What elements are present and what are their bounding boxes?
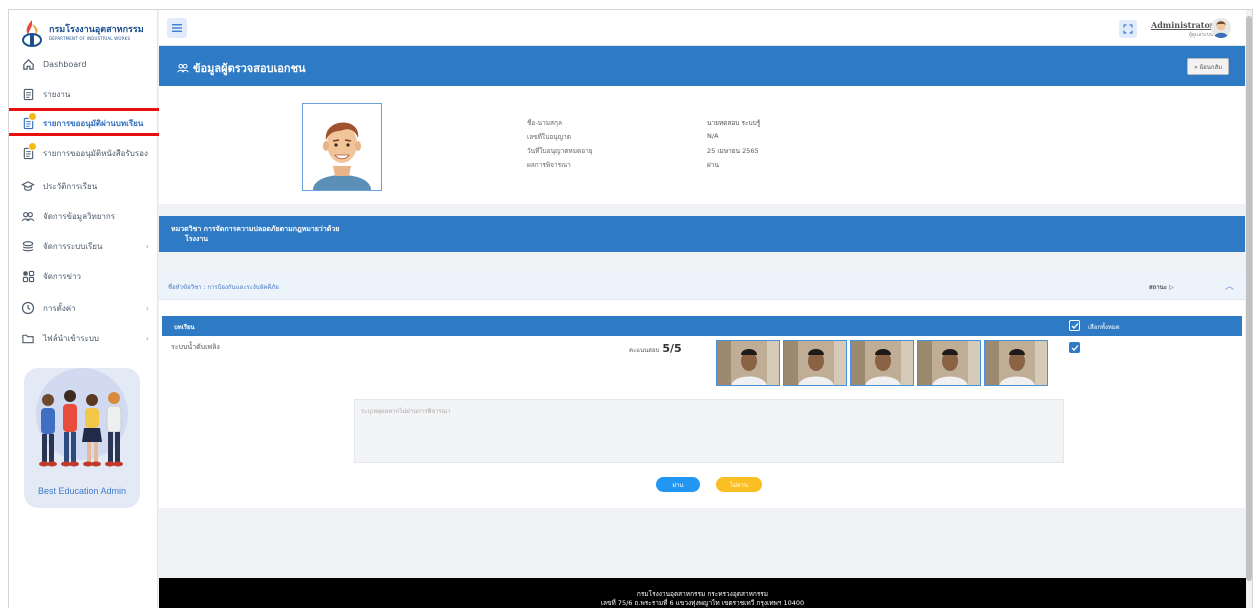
chevron-up-icon[interactable]: ︿ [1225, 279, 1234, 292]
layers-icon [21, 239, 35, 253]
snapshot-thumbnail[interactable] [984, 340, 1048, 386]
users-icon [177, 62, 189, 74]
snapshot-thumbnail[interactable] [850, 340, 914, 386]
profile-card: ข้อมูลผู้ตรวจสอบเอกชน « ย้อนกลับ ชื่อ-นา… [159, 46, 1245, 204]
status-label: สถานะ ▷ [1149, 284, 1174, 291]
lesson-column-header: บทเรียน [174, 324, 195, 331]
sidebar-item-instructors[interactable]: จัดการข้อมูลวิทยากร [21, 205, 157, 227]
back-button[interactable]: « ย้อนกลับ [1187, 58, 1229, 75]
app-window: กรมโรงงานอุตสาหกรรม DEPARTMENT OF INDUST… [8, 9, 1253, 608]
user-role: ผู้ดูแลระบบ [1189, 32, 1214, 38]
students-illustration [39, 390, 123, 467]
users-icon [21, 209, 35, 223]
subject-card: ชื่อหัวข้อวิชา : การป้องกันและระงับอัคคี… [159, 272, 1245, 508]
page-title: ข้อมูลผู้ตรวจสอบเอกชน [193, 62, 306, 75]
sidebar-item-label: รายงาน [43, 89, 71, 99]
sidebar-item-import-files[interactable]: ไฟล์นำเข้าระบบ › [21, 327, 157, 349]
scrollbar[interactable] [1246, 10, 1252, 608]
brand-name-th: กรมโรงงานอุตสาหกรรม [49, 24, 144, 35]
sidebar-item-dashboard[interactable]: Dashboard [21, 53, 157, 75]
course-label-cont: โรงงาน [185, 235, 209, 243]
field-label-expiry: วันที่ใบอนุญาตหมดอายุ [527, 147, 593, 155]
lesson-table-header: บทเรียน เลือกทั้งหมด [162, 316, 1242, 336]
field-label-fullname: ชื่อ-นามสกุล [527, 119, 562, 127]
fullscreen-icon [1123, 24, 1133, 34]
chevron-right-icon: › [145, 241, 149, 251]
lesson-checkbox[interactable] [1069, 342, 1080, 353]
check-icon [1071, 322, 1078, 329]
field-label-license: เลขที่ใบอนุญาต [527, 133, 571, 141]
profile-photo [302, 103, 382, 191]
menu-toggle-button[interactable] [167, 18, 187, 38]
grid-icon [21, 269, 35, 283]
brand-logo[interactable]: กรมโรงงานอุตสาหกรรม DEPARTMENT OF INDUST… [21, 16, 155, 50]
field-label-result: ผลการพิจารณา [527, 161, 571, 169]
sidebar-item-label: จัดการระบบเรียน [43, 241, 103, 251]
sidebar-item-study-history[interactable]: ประวัติการเรียน [21, 175, 157, 197]
pass-button[interactable]: ผ่าน [656, 477, 700, 492]
exam-score: คะแนนสอบ 5/5 [629, 342, 682, 355]
scrollbar-thumb[interactable] [1246, 16, 1252, 581]
clock-icon [21, 301, 35, 315]
sidebar-item-certificate-approval[interactable]: รายการขออนุมัติหนังสือรับรอง [21, 142, 157, 164]
sidebar-item-label: รายการขออนุมัติหนังสือรับรอง [43, 148, 148, 158]
avatar[interactable] [1211, 18, 1231, 38]
footer: กรมโรงงานอุตสาหกรรม กระทรวงอุตสาหกรรม เล… [159, 578, 1246, 608]
footer-address: เลขที่ 75/6 ถ.พระรามที่ 6 แขวงทุ่งพญาไท … [600, 599, 805, 607]
profile-card-header: ข้อมูลผู้ตรวจสอบเอกชน « ย้อนกลับ [159, 46, 1245, 86]
chevron-right-icon: › [145, 303, 149, 313]
snapshot-thumbnail[interactable] [716, 340, 780, 386]
fail-button[interactable]: ไม่ผ่าน [716, 477, 762, 492]
field-value-result: ผ่าน [707, 161, 719, 169]
sidebar-item-label: Dashboard [43, 59, 87, 69]
snapshot-thumbnail[interactable] [917, 340, 981, 386]
notification-badge [28, 142, 37, 151]
course-label: หมวดวิชา การจัดการความปลอดภัยตามกฎหมายว่… [171, 225, 340, 233]
home-icon [21, 57, 35, 71]
promo-card: Best Education Admin [24, 368, 140, 508]
sidebar-item-label: จัดการข้อมูลวิทยากร [43, 211, 116, 221]
sidebar-item-label: จัดการข่าว [43, 271, 81, 281]
course-header: หมวดวิชา การจัดการความปลอดภัยตามกฎหมายว่… [159, 216, 1245, 252]
fullscreen-button[interactable] [1119, 20, 1137, 38]
sidebar-item-label: ประวัติการเรียน [43, 181, 98, 191]
reason-input[interactable]: ระบุเหตุผลหากไม่ผ่านการพิจารณา [354, 399, 1064, 463]
user-name[interactable]: Administrator [1151, 20, 1214, 30]
sidebar-item-news[interactable]: จัดการข่าว [21, 265, 157, 287]
field-value-expiry: 25 เมษายน 2565 [707, 147, 759, 155]
sidebar-item-label: ไฟล์นำเข้าระบบ [43, 333, 99, 343]
promo-label: Best Education Admin [37, 486, 127, 496]
select-all-label: เลือกทั้งหมด [1088, 324, 1120, 331]
sidebar: กรมโรงงานอุตสาหกรรม DEPARTMENT OF INDUST… [9, 10, 162, 608]
footer-org: กรมโรงงานอุตสาหกรรม กระทรวงอุตสาหกรรม [636, 590, 769, 598]
score-label: คะแนนสอบ [629, 347, 660, 354]
score-value: 5/5 [662, 342, 682, 355]
folder-icon [21, 331, 35, 345]
dept-emblem-icon [21, 18, 43, 48]
report-icon [21, 87, 35, 101]
snapshot-thumbnail[interactable] [783, 340, 847, 386]
sidebar-item-learning-system[interactable]: จัดการระบบเรียน › [21, 235, 157, 257]
sidebar-item-report[interactable]: รายงาน [21, 83, 157, 105]
lesson-name: ระบบน้ำดับเพลิง [171, 343, 220, 351]
sidebar-item-settings[interactable]: การตั้งค่า › [21, 297, 157, 319]
check-icon [1071, 344, 1078, 351]
brand-name-en: DEPARTMENT OF INDUSTRIAL WORKS [49, 35, 131, 41]
highlight-box [9, 108, 162, 136]
field-value-license: N/A [707, 132, 719, 140]
sidebar-item-label: การตั้งค่า [43, 303, 76, 313]
field-value-fullname: นายทดสอบ ระบบรู้ [707, 119, 761, 127]
hamburger-icon [172, 24, 182, 32]
subject-header[interactable]: ชื่อหัวข้อวิชา : การป้องกันและระงับอัคคี… [159, 272, 1245, 300]
document-icon [21, 142, 37, 160]
chevron-right-icon: › [145, 333, 149, 343]
top-bar: Administrator ผู้ดูแลระบบ [159, 10, 1252, 46]
select-all-checkbox[interactable] [1069, 320, 1080, 331]
subject-title: ชื่อหัวข้อวิชา : การป้องกันและระงับอัคคี… [168, 284, 279, 291]
graduation-cap-icon [21, 179, 35, 193]
